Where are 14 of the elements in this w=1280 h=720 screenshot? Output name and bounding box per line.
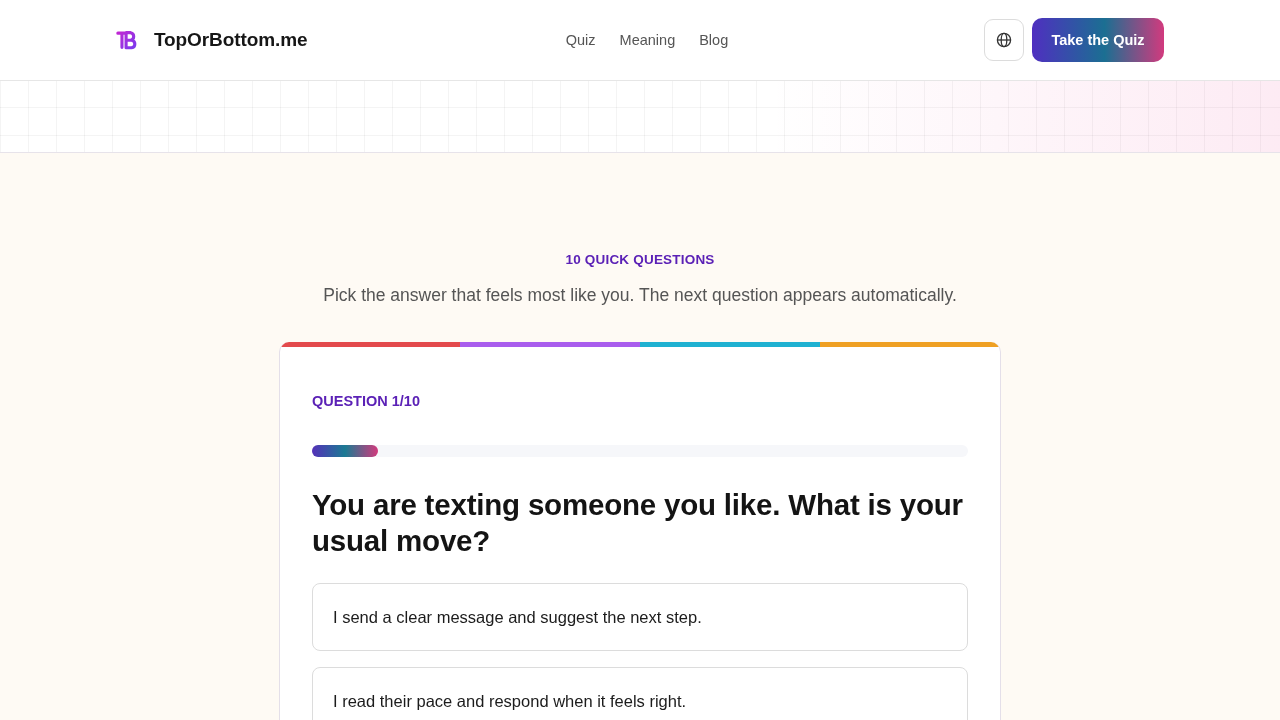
nav-link[interactable]: Meaning [619, 32, 676, 48]
answer-option[interactable]: I read their pace and respond when it feels right. [312, 667, 968, 720]
answer-option[interactable]: I send a clear message and suggest the next step. [312, 583, 968, 651]
section-eyebrow: 10 QUICK QUESTIONS [565, 252, 715, 267]
globe-icon [996, 32, 1012, 48]
nav-link[interactable]: Quiz [565, 32, 596, 48]
brand-link[interactable]: TopOrBottom.me [116, 29, 308, 51]
question-counter: QUESTION 1/10 [312, 393, 421, 409]
logo-icon [116, 29, 138, 51]
take-quiz-button[interactable]: Take the Quiz [1032, 18, 1164, 62]
language-button[interactable] [984, 19, 1024, 61]
section-subtitle: Pick the answer that feels most like you. The next question appears automatically. [323, 285, 957, 306]
nav-link[interactable]: Blog [699, 32, 729, 48]
question-title: You are texting someone you like. What is your usual move? [312, 487, 964, 559]
